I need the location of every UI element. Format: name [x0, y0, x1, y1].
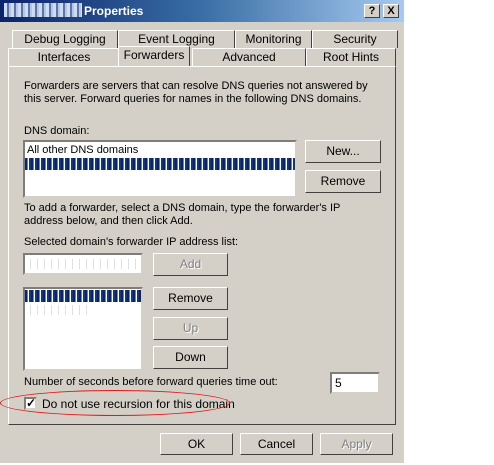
apply-button[interactable]: Apply — [320, 433, 393, 455]
obscured-server-name — [4, 3, 82, 17]
add-button[interactable]: Add — [153, 253, 228, 276]
move-up-button[interactable]: Up — [153, 317, 228, 340]
add-forwarder-instructions: To add a forwarder, select a DNS domain,… — [24, 202, 341, 227]
dns-domain-item[interactable]: All other DNS domains — [27, 144, 138, 157]
tab-forwarders[interactable]: Forwarders — [118, 46, 190, 66]
tab-debug-logging[interactable]: Debug Logging — [12, 30, 118, 48]
tab-monitoring[interactable]: Monitoring — [235, 30, 312, 48]
tab-security[interactable]: Security — [312, 30, 398, 48]
forwarder-ip-item[interactable] — [27, 305, 87, 315]
tab-interfaces[interactable]: Interfaces — [8, 48, 120, 66]
new-domain-button[interactable]: New... — [305, 140, 381, 163]
tab-advanced[interactable]: Advanced — [192, 48, 306, 66]
close-button[interactable]: X — [383, 4, 399, 18]
remove-ip-button[interactable]: Remove — [153, 287, 228, 310]
window-title: Properties — [84, 4, 144, 18]
forwarders-description: Forwarders are servers that can resolve … — [24, 80, 368, 105]
selected-dns-domain-obscured[interactable] — [25, 158, 295, 170]
timeout-input[interactable]: 5 — [330, 372, 380, 394]
title-bar[interactable]: Properties ? X — [0, 0, 404, 22]
dns-domain-label: DNS domain: — [24, 125, 90, 137]
forwarder-ip-list[interactable] — [23, 287, 143, 371]
move-down-button[interactable]: Down — [153, 346, 228, 369]
cancel-button[interactable]: Cancel — [240, 433, 313, 455]
timeout-label: Number of seconds before forward queries… — [24, 376, 278, 388]
dns-domain-list[interactable]: All other DNS domains — [23, 140, 297, 198]
ip-address-input[interactable] — [23, 253, 143, 275]
ip-input-obscured — [27, 259, 137, 269]
tab-root-hints[interactable]: Root Hints — [306, 48, 396, 66]
ok-button[interactable]: OK — [160, 433, 233, 455]
ip-list-label: Selected domain's forwarder IP address l… — [24, 236, 239, 248]
help-button[interactable]: ? — [364, 4, 380, 18]
forwarder-ip-item-selected[interactable] — [25, 290, 141, 302]
remove-domain-button[interactable]: Remove — [305, 170, 381, 193]
annotation-ellipse — [0, 390, 230, 416]
